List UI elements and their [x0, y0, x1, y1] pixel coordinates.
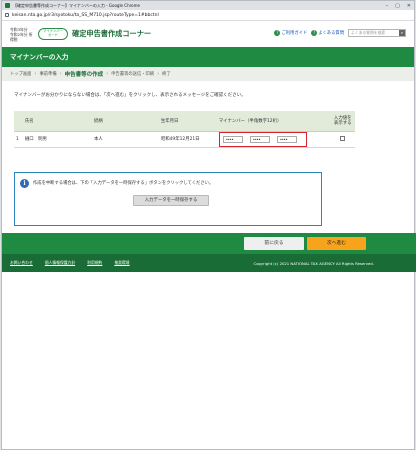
row-birthdate: 昭和49年12月21日: [158, 131, 217, 148]
chevron-right-icon: ›: [59, 71, 62, 77]
mynumber-field-3[interactable]: ••••: [276, 135, 297, 143]
site-favicon-icon: [5, 3, 10, 8]
site-title: 確定申告書作成コーナー: [72, 29, 152, 38]
lock-icon: [5, 13, 9, 17]
col-name: 氏名: [22, 111, 92, 132]
footer-link-contact[interactable]: お問い合わせ: [10, 260, 33, 266]
breadcrumb-step-end: 終了: [162, 72, 171, 77]
breadcrumb-step-prep: 事前準備: [39, 72, 57, 77]
save-notice-box: i 作成を中断する場合は、下の「入力データを一時保存する」ボタンをクリックしてく…: [14, 171, 322, 226]
info-icon: i: [20, 178, 29, 188]
footer-link-terms[interactable]: 利用規約: [87, 260, 102, 266]
col-birthdate: 生年月日: [158, 111, 217, 132]
guide-link[interactable]: ? ご利用ガイド: [274, 30, 307, 36]
minimize-icon[interactable]: –: [386, 3, 389, 9]
temporary-save-button[interactable]: 入力データを一時保存する: [133, 194, 209, 206]
copyright-text: Copyright (c) 2021 NATIONAL TAX AGENCY A…: [253, 260, 374, 266]
window-title: 【確定申告書等作成コーナー】マイナンバーの入力 - Google Chrome: [13, 2, 140, 8]
col-relation: 続柄: [91, 111, 159, 132]
url-text[interactable]: keisan.nta.go.jp/r3/syotoku/ta_SS_M710.j…: [12, 13, 159, 18]
save-notice-text: 作成を中断する場合は、下の「入力データを一時保存する」ボタンをクリックしてくださ…: [33, 181, 214, 186]
faq-link[interactable]: ? よくある質問: [311, 30, 344, 36]
page-title: マイナンバーの入力: [2, 47, 414, 67]
mynumber-field-2[interactable]: ••••: [249, 135, 270, 143]
mynumber-card-logo: マイナンバー カード: [38, 28, 68, 40]
row-name: 樋口 明男: [22, 131, 92, 148]
maximize-icon[interactable]: ▢: [395, 3, 400, 9]
table-row: 1 樋口 明男 本人 昭和49年12月21日 •••• •••• ••••: [14, 131, 355, 148]
mynumber-table: 氏名 続柄 生年月日 マイナンバー（半角数字12桁） 入力値を表示する 1 樋口…: [14, 111, 355, 148]
breadcrumb-step-send: 申告書等の送信・印刷: [111, 72, 155, 77]
action-bar: 前に戻る 次へ進む: [2, 233, 416, 254]
search-icon[interactable]: ⌕: [399, 30, 405, 36]
breadcrumb-step-top: トップ画面: [10, 72, 32, 77]
site-footer: お問い合わせ 個人情報保護方針 利用規約 推奨環境 Copyright (c) …: [2, 254, 416, 272]
chevron-right-icon: ›: [106, 71, 109, 77]
faq-search-input[interactable]: よくある質問を検索 ⌕: [348, 29, 406, 37]
chevron-right-icon: ›: [157, 71, 160, 77]
footer-link-environment[interactable]: 推奨環境: [114, 260, 129, 266]
guide-icon: ?: [274, 30, 281, 36]
next-button[interactable]: 次へ進む: [307, 237, 366, 250]
back-button[interactable]: 前に戻る: [244, 237, 304, 250]
breadcrumb-step-create: 申告書等の作成: [64, 72, 104, 78]
mynumber-input-group: •••• •••• ••••: [218, 131, 307, 147]
address-bar[interactable]: keisan.nta.go.jp/r3/syotoku/ta_SS_M710.j…: [2, 10, 414, 21]
col-show-value: 入力値を表示する: [330, 111, 355, 132]
mynumber-field-1[interactable]: ••••: [222, 135, 243, 143]
browser-titlebar: 【確定申告書等作成コーナー】マイナンバーの入力 - Google Chrome …: [2, 1, 414, 10]
col-mynumber: マイナンバー（半角数字12桁）: [216, 111, 331, 132]
faq-icon: ?: [311, 30, 318, 36]
row-relation: 本人: [91, 131, 159, 148]
browser-window: 【確定申告書等作成コーナー】マイナンバーの入力 - Google Chrome …: [1, 0, 416, 450]
row-number: 1: [14, 131, 23, 148]
chevron-right-icon: ›: [34, 71, 37, 77]
show-value-checkbox[interactable]: [340, 135, 346, 141]
site-header: 令和3年分 令和2年分 所得税 マイナンバー カード 確定申告書作成コーナー ?…: [2, 21, 414, 47]
col-no: [14, 111, 23, 132]
instruction-text: マイナンバーがお分かりにならない場合は、「次へ進む」をクリックし、表示されるメッ…: [14, 93, 246, 98]
footer-link-privacy[interactable]: 個人情報保護方針: [45, 260, 75, 266]
close-icon[interactable]: ✕: [407, 3, 411, 9]
main-content: マイナンバーがお分かりにならない場合は、「次へ進む」をクリックし、表示されるメッ…: [2, 81, 414, 226]
tax-year-label: 令和3年分 令和2年分 所得税: [10, 26, 33, 42]
breadcrumb: トップ画面 › 事前準備 › 申告書等の作成 › 申告書等の送信・印刷 › 終了: [2, 67, 414, 81]
